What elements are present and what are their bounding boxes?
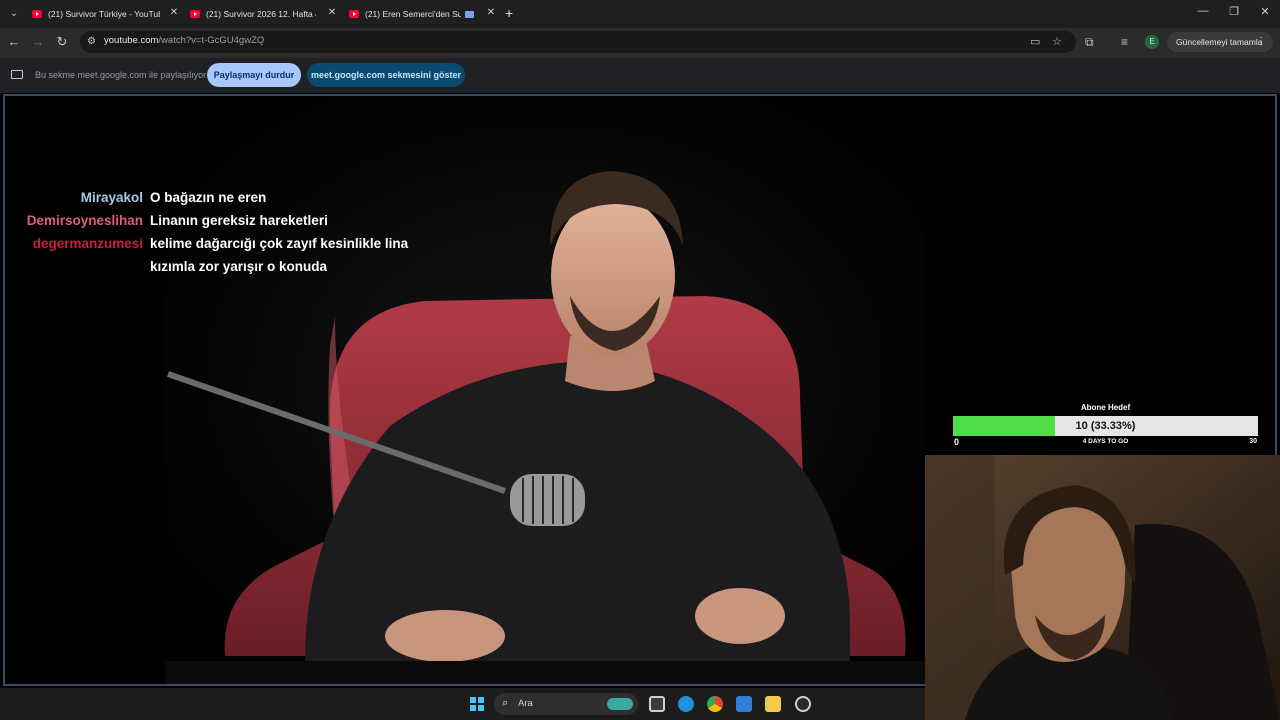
chat-message: Demirsoyneslihan Linanın gereksiz hareke… [5, 209, 435, 232]
windows-taskbar: ⌕ Ara [0, 688, 925, 720]
chat-username: Mirayakol [80, 190, 143, 205]
file-explorer-icon[interactable] [765, 696, 781, 712]
forward-icon[interactable]: → [30, 34, 46, 50]
chat-text: O bağazın ne eren [150, 190, 267, 205]
stop-sharing-button[interactable]: Paylaşmayı durdur [207, 63, 301, 87]
tab-eren-semerci[interactable]: (21) Eren Semerci'den Survivor ✕ [349, 4, 497, 24]
minimize-icon[interactable]: — [1188, 5, 1218, 17]
chat-text: Linanın gereksiz hareketleri [150, 213, 328, 228]
chat-text: kelime dağarcığı çok zayıf kesinlikle li… [150, 236, 409, 251]
youtube-icon [32, 10, 42, 18]
tab-survivor-turkiye[interactable]: (21) Survivor Türkiye - YouTube ✕ [32, 4, 180, 24]
screen-share-icon [11, 70, 23, 79]
cast-icon[interactable]: ▭ [1030, 35, 1040, 49]
address-bar[interactable]: ⚙ youtube.com/watch?v=t-GcGU4gwZQ ▭ ☆ [80, 31, 1076, 53]
edge-icon[interactable] [678, 696, 694, 712]
live-chat-overlay: Mirayakol O bağazın ne eren Demirsoynesl… [5, 186, 435, 278]
show-meet-tab-button[interactable]: meet.google.com sekmesini göster [307, 63, 465, 87]
search-placeholder: Ara [518, 698, 533, 709]
update-label: Güncellemeyi tamamla [1176, 37, 1263, 47]
goal-title: Abone Hedef [1080, 403, 1131, 412]
extensions-icon[interactable]: ⧉ [1085, 35, 1094, 49]
close-tab-icon[interactable]: ✕ [168, 7, 180, 18]
subscriber-goal-widget: Abone Hedef 10 (33.33%) 0 4 DAYS TO GO 3… [953, 403, 1258, 451]
site-info-icon[interactable]: ⚙ [87, 36, 99, 48]
taskbar-search[interactable]: ⌕ Ara [494, 693, 638, 715]
chat-message: degermanzumesi kelime dağarcığı çok zayı… [5, 232, 435, 255]
youtube-icon [190, 10, 200, 18]
task-view-icon[interactable] [649, 696, 665, 712]
goal-days-left: 4 DAYS TO GO [1082, 438, 1129, 445]
media-controls-icon[interactable]: ≡ [1121, 35, 1128, 49]
close-tab-icon[interactable]: ✕ [326, 7, 338, 18]
close-tab-icon[interactable]: ✕ [485, 7, 497, 18]
close-window-icon[interactable]: ✕ [1250, 5, 1280, 18]
reload-icon[interactable]: ↻ [54, 34, 70, 50]
tab-title: (21) Eren Semerci'den Survivor [365, 9, 461, 19]
search-icon: ⌕ [502, 697, 509, 709]
more-menu-icon[interactable]: ⋮ [1256, 32, 1266, 52]
restore-icon[interactable]: ❐ [1219, 5, 1249, 18]
chat-text: kızımla zor yarışır o konuda [150, 259, 328, 274]
goal-progress-bar: 10 (33.33%) [953, 416, 1258, 436]
tab-sharing-bar: Bu sekme meet.google.com ile paylaşılıyo… [0, 58, 1280, 93]
tab-title: (21) Survivor 2026 12. Hafta 4. Bölüm [206, 9, 316, 19]
chat-message: Mirayakol O bağazın ne eren [5, 186, 435, 209]
search-highlight-icon [607, 698, 633, 710]
tab-title: (21) Survivor Türkiye - YouTube [48, 9, 160, 19]
tab-search-chevron-icon[interactable]: ⌄ [6, 6, 22, 22]
back-icon[interactable]: ← [6, 34, 22, 50]
bookmark-star-icon[interactable]: ☆ [1052, 35, 1062, 49]
youtube-icon [349, 10, 359, 18]
mail-icon[interactable] [736, 696, 752, 712]
webcam-image [925, 455, 1280, 720]
chat-username: degermanzumesi [32, 236, 143, 251]
update-button[interactable]: Güncellemeyi tamamla ⋮ [1167, 32, 1273, 52]
goal-progress-value: 10 (33.33%) [1075, 420, 1136, 432]
chat-message: kızımla zor yarışır o konuda [5, 255, 435, 278]
webcam-feed [925, 455, 1280, 720]
tab-survivor-2026[interactable]: (21) Survivor 2026 12. Hafta 4. Bölüm ✕ [190, 4, 338, 24]
obs-icon[interactable] [795, 696, 811, 712]
sharing-status-text: Bu sekme meet.google.com ile paylaşılıyo… [35, 70, 207, 80]
sharing-indicator-icon [465, 10, 474, 18]
url-text[interactable]: youtube.com/watch?v=t-GcGU4gwZQ [104, 35, 264, 46]
start-button[interactable] [470, 697, 484, 711]
chat-username: Demirsoyneslihan [26, 213, 143, 228]
goal-max: 30 [1249, 438, 1257, 445]
tab-strip: ⌄ (21) Survivor Türkiye - YouTube ✕ (21)… [0, 0, 1280, 28]
new-tab-button[interactable]: + [505, 5, 513, 21]
chrome-icon[interactable] [707, 696, 723, 712]
profile-avatar[interactable]: E [1145, 35, 1159, 49]
